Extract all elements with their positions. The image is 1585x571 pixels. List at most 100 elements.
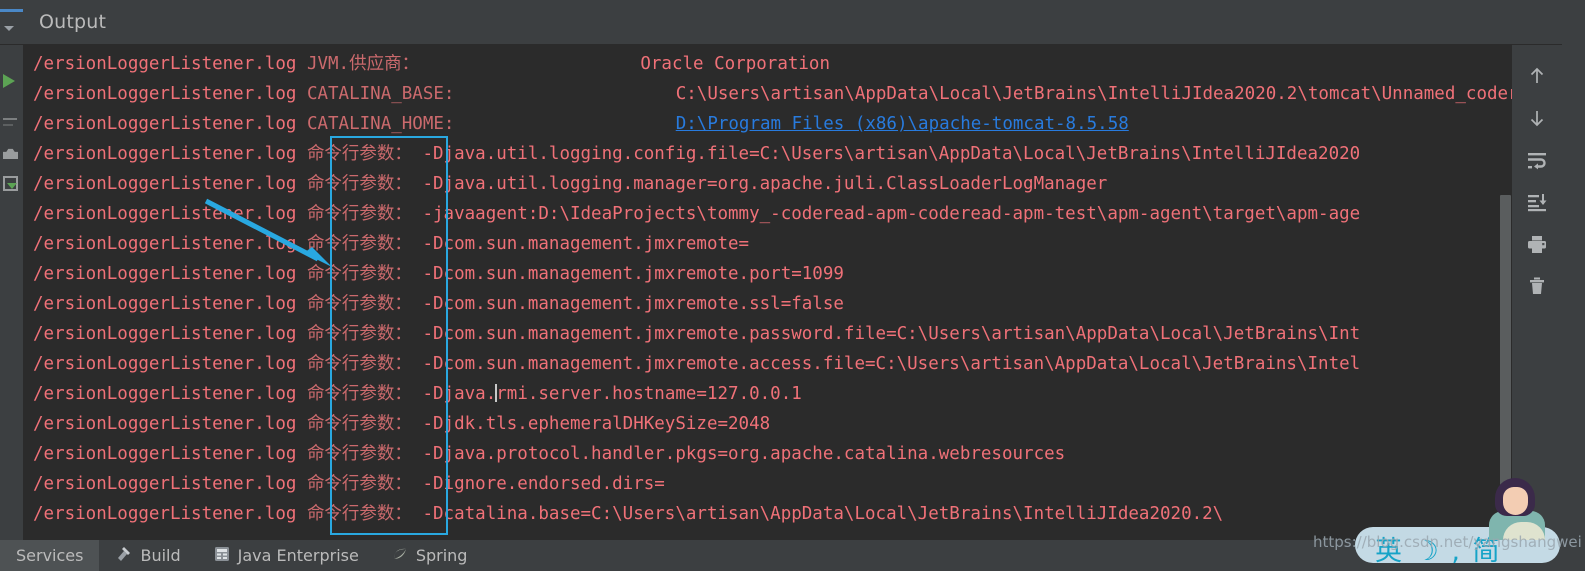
log-spacer [412, 234, 423, 254]
down-arrow-icon[interactable] [1519, 101, 1555, 135]
console-line: /ersionLoggerListener.log 命令行参数： -Djava.… [23, 439, 1512, 469]
console-line: /ersionLoggerListener.log JVM.供应商： Oracl… [23, 49, 1512, 79]
vertical-scrollbar-thumb[interactable] [1500, 195, 1511, 485]
log-spacer [412, 324, 423, 344]
tool-window-tab-java-enterprise[interactable]: Java Enterprise [197, 540, 375, 571]
log-key: 命令行参数： [307, 324, 412, 344]
console-line-list: /ersionLoggerListener.log JVM.供应商： Oracl… [23, 45, 1512, 529]
log-spacer [412, 444, 423, 464]
log-spacer [412, 504, 423, 524]
log-spacer [412, 294, 423, 314]
tool-window-tab-label: Build [140, 540, 180, 571]
log-value: -Dcom.sun.management.jmxremote.access.fi… [422, 354, 1360, 374]
log-key: 命令行参数： [307, 474, 412, 494]
log-value: rmi.server.hostname=127.0.0.1 [496, 384, 802, 404]
log-link[interactable]: D:\Program Files (x86)\apache-tomcat-8.5… [676, 114, 1129, 134]
tool-window-tab-spring[interactable]: Spring [375, 540, 484, 571]
log-source: /ersionLoggerListener.log [33, 294, 307, 314]
spring-leaf-icon [391, 545, 409, 567]
ide-output-window: Output /ersionLoggerListener.log JVM.供应商… [0, 0, 1585, 571]
build-hammer-icon [115, 545, 133, 567]
console-line: /ersionLoggerListener.log 命令行参数： -Dcom.s… [23, 349, 1512, 379]
log-key: 命令行参数： [307, 444, 412, 464]
log-key: 命令行参数： [307, 174, 412, 194]
right-edge-strip [1562, 0, 1585, 540]
log-value: -Dcom.sun.management.jmxremote.ssl=false [422, 294, 843, 314]
log-spacer [412, 174, 423, 194]
log-value: -Dcom.sun.management.jmxremote= [422, 234, 749, 254]
log-spacer [412, 264, 423, 284]
chevron-down-icon[interactable] [4, 26, 14, 31]
log-source: /ersionLoggerListener.log [33, 414, 307, 434]
output-header: Output [23, 0, 1585, 45]
log-spacer [412, 354, 423, 374]
log-source: /ersionLoggerListener.log [33, 54, 307, 74]
log-spacer [454, 114, 675, 134]
log-key: 命令行参数： [307, 294, 412, 314]
log-value: -Djava.protocol.handler.pkgs=org.apache.… [422, 444, 1065, 464]
log-key: CATALINA_HOME: [307, 114, 455, 134]
log-spacer [419, 54, 640, 74]
log-spacer [412, 384, 423, 404]
log-key: 命令行参数： [307, 264, 412, 284]
log-spacer [412, 204, 423, 224]
up-arrow-icon[interactable] [1519, 59, 1555, 93]
log-value: -Dignore.endorsed.dirs= [422, 474, 664, 494]
tab-output[interactable]: Output [39, 11, 106, 33]
log-key: 命令行参数： [307, 354, 412, 374]
console-line: /ersionLoggerListener.log 命令行参数： -Djava.… [23, 139, 1512, 169]
tool-window-tab-label: Services [16, 540, 83, 571]
log-key: 命令行参数： [307, 144, 412, 164]
log-spacer [412, 144, 423, 164]
console-output-area[interactable]: /ersionLoggerListener.log JVM.供应商： Oracl… [23, 45, 1512, 540]
thread-dump-icon[interactable] [3, 146, 18, 159]
console-line: /ersionLoggerListener.log 命令行参数： -Dcom.s… [23, 319, 1512, 349]
left-gutter-strip [0, 0, 23, 540]
log-value: -Djdk.tls.ephemeralDHKeySize=2048 [422, 414, 770, 434]
trash-icon[interactable] [1519, 269, 1555, 303]
log-value: -javaagent:D:\IdeaProjects\tommy_-codere… [422, 204, 1360, 224]
console-line: /ersionLoggerListener.log 命令行参数： -Djdk.t… [23, 409, 1512, 439]
log-value: Oracle Corporation [640, 54, 830, 74]
log-spacer [454, 84, 675, 104]
log-source: /ersionLoggerListener.log [33, 204, 307, 224]
java-enterprise-icon [213, 545, 231, 567]
stop-icon[interactable] [3, 118, 17, 120]
log-value: -Dcatalina.base=C:\Users\artisan\AppData… [422, 504, 1223, 524]
ime-indicator-text: 英 ☽ , 简 [1375, 529, 1502, 568]
log-key: 命令行参数： [307, 504, 412, 524]
tool-window-tab-services[interactable]: Services [0, 540, 99, 571]
log-source: /ersionLoggerListener.log [33, 234, 307, 254]
console-line: /ersionLoggerListener.log 命令行参数： -javaag… [23, 199, 1512, 229]
console-line: /ersionLoggerListener.log 命令行参数： -Djava.… [23, 379, 1512, 409]
console-line: /ersionLoggerListener.log CATALINA_BASE:… [23, 79, 1512, 109]
log-source: /ersionLoggerListener.log [33, 174, 307, 194]
console-line: /ersionLoggerListener.log 命令行参数： -Dcom.s… [23, 259, 1512, 289]
console-line: /ersionLoggerListener.log 命令行参数： -Djava.… [23, 169, 1512, 199]
log-source: /ersionLoggerListener.log [33, 474, 307, 494]
rerun-icon[interactable] [3, 74, 15, 88]
print-icon[interactable] [1519, 227, 1555, 261]
log-source: /ersionLoggerListener.log [33, 114, 307, 134]
log-source: /ersionLoggerListener.log [33, 354, 307, 374]
log-spacer [412, 414, 423, 434]
scroll-to-end-icon[interactable] [1519, 185, 1555, 219]
log-value: -Dcom.sun.management.jmxremote.password.… [422, 324, 1360, 344]
log-source: /ersionLoggerListener.log [33, 504, 307, 524]
tool-window-tab-build[interactable]: Build [99, 540, 196, 571]
log-value: -Djava.util.logging.config.file=C:\Users… [422, 144, 1360, 164]
log-value: -Dcom.sun.management.jmxremote.port=1099 [422, 264, 843, 284]
export-arrow-icon [7, 183, 17, 189]
console-toolbar [1512, 45, 1562, 540]
console-line: /ersionLoggerListener.log 命令行参数： -Dcom.s… [23, 289, 1512, 319]
log-key: 命令行参数： [307, 204, 412, 224]
soft-wrap-icon[interactable] [1519, 143, 1555, 177]
tool-window-tab-label: Spring [416, 540, 468, 571]
console-line: /ersionLoggerListener.log 命令行参数： -Dcom.s… [23, 229, 1512, 259]
log-source: /ersionLoggerListener.log [33, 144, 307, 164]
log-source: /ersionLoggerListener.log [33, 384, 307, 404]
pause-icon[interactable] [3, 124, 13, 126]
overlay-avatar-image [1487, 478, 1549, 540]
log-source: /ersionLoggerListener.log [33, 264, 307, 284]
console-line: /ersionLoggerListener.log CATALINA_HOME:… [23, 109, 1512, 139]
